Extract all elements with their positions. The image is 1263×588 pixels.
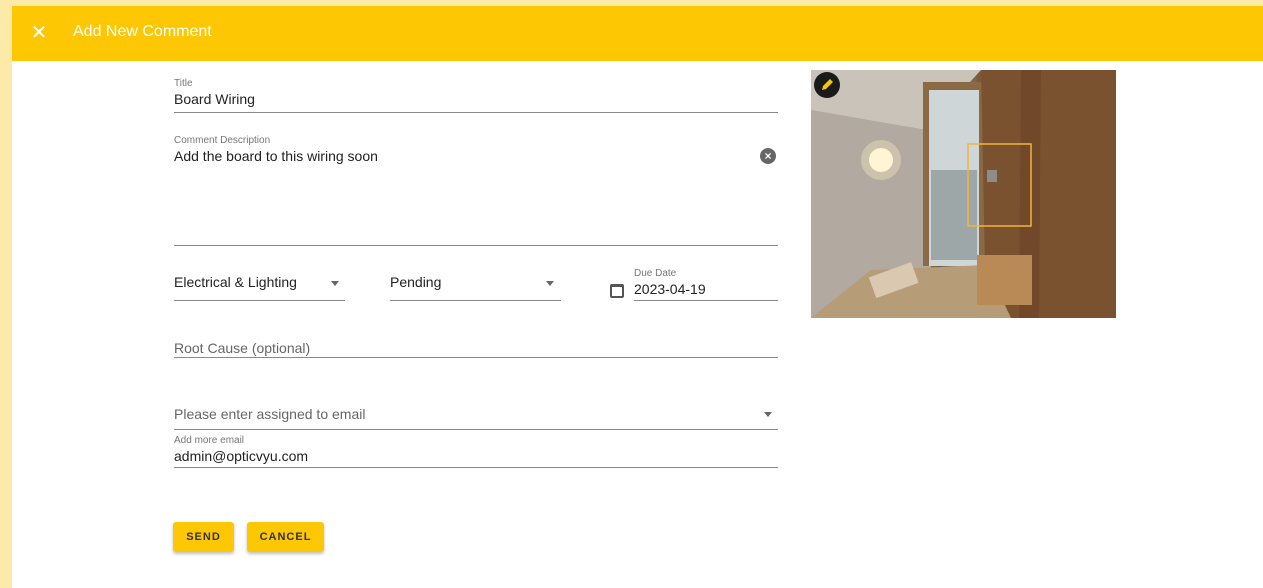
- clear-icon[interactable]: ×: [760, 148, 776, 164]
- root-cause-input[interactable]: Root Cause (optional): [174, 340, 778, 358]
- root-cause-placeholder: Root Cause (optional): [174, 340, 311, 356]
- description-value: Add the board to this wiring soon: [174, 148, 378, 164]
- pencil-icon[interactable]: [814, 72, 840, 98]
- title-field[interactable]: Title Board Wiring: [174, 78, 778, 113]
- category-select[interactable]: Electrical & Lighting: [174, 274, 345, 301]
- chevron-down-icon: [546, 281, 554, 286]
- status-value: Pending: [390, 274, 442, 290]
- title-label: Title: [174, 78, 193, 89]
- description-field[interactable]: Comment Description Add the board to thi…: [174, 135, 778, 246]
- assigned-email-placeholder: Please enter assigned to email: [174, 406, 366, 422]
- send-button[interactable]: SEND: [173, 522, 234, 552]
- description-label: Comment Description: [174, 135, 271, 146]
- add-comment-dialog: ✕ Add New Comment Title Board Wiring Com…: [12, 6, 1263, 588]
- calendar-icon[interactable]: [610, 284, 624, 298]
- cancel-button[interactable]: CANCEL: [247, 522, 324, 552]
- category-value: Electrical & Lighting: [174, 274, 297, 290]
- dialog-toolbar: ✕ Add New Comment: [12, 6, 1263, 61]
- close-icon[interactable]: ✕: [26, 20, 52, 46]
- title-value: Board Wiring: [174, 91, 255, 107]
- dialog-title: Add New Comment: [73, 23, 212, 40]
- due-date-field[interactable]: Due Date 2023-04-19: [634, 268, 778, 301]
- more-email-label: Add more email: [174, 435, 245, 446]
- chevron-down-icon: [331, 281, 339, 286]
- status-select[interactable]: Pending: [390, 274, 561, 301]
- chevron-down-icon: [764, 412, 772, 417]
- more-email-value: admin@opticvyu.com: [174, 448, 309, 464]
- more-email-field[interactable]: Add more email admin@opticvyu.com: [174, 435, 778, 468]
- snapshot-image[interactable]: [811, 70, 1116, 318]
- due-date-value: 2023-04-19: [634, 281, 706, 297]
- due-date-label: Due Date: [634, 268, 677, 279]
- assigned-email-select[interactable]: Please enter assigned to email: [174, 406, 778, 430]
